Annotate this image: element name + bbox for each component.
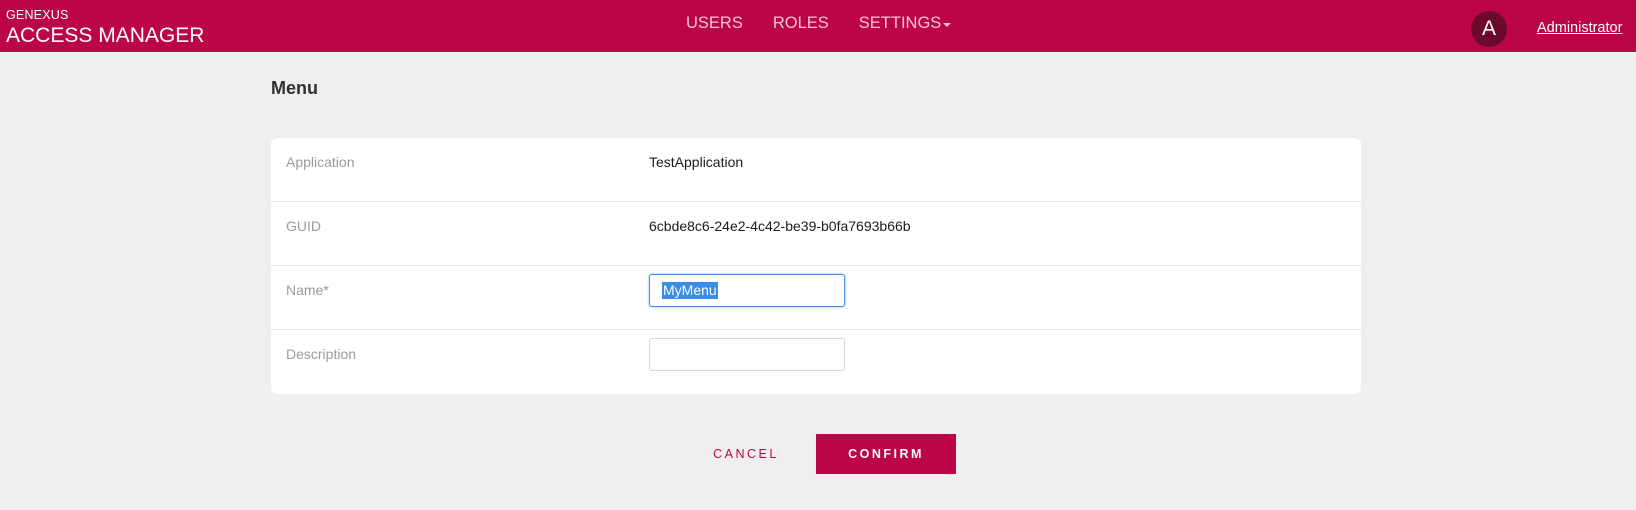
nav-users[interactable]: USERS (686, 14, 743, 33)
brand-logo[interactable]: GENEXUS ACCESS MANAGER (6, 8, 204, 49)
form-row-description: Description (271, 330, 1361, 394)
user-name-link[interactable]: Administrator (1537, 20, 1622, 36)
nav-roles[interactable]: ROLES (773, 14, 829, 33)
cancel-button[interactable]: CANCEL (695, 434, 797, 474)
top-bar: GENEXUS ACCESS MANAGER USERS ROLES SETTI… (0, 0, 1636, 52)
brand-company: GENEXUS (6, 8, 69, 22)
guid-label: GUID (286, 218, 321, 234)
name-input-value: MyMenu (662, 282, 718, 299)
brand-product: ACCESS MANAGER (6, 24, 205, 47)
description-label: Description (286, 346, 357, 362)
name-input[interactable]: MyMenu (649, 274, 845, 307)
guid-value: 6cbde8c6-24e2-4c42-be39-b0fa7693b66b (649, 218, 911, 234)
main-nav: USERS ROLES SETTINGS (686, 14, 952, 33)
application-label: Application (286, 154, 355, 170)
page-title: Menu (271, 78, 318, 98)
form-card: Application TestApplication GUID 6cbde8c… (271, 138, 1361, 394)
form-row-name: Name* MyMenu (271, 266, 1361, 330)
caret-down-icon (943, 23, 952, 27)
confirm-button[interactable]: CONFIRM (816, 434, 956, 474)
form-row-guid: GUID 6cbde8c6-24e2-4c42-be39-b0fa7693b66… (271, 202, 1361, 266)
application-value: TestApplication (649, 154, 744, 170)
name-label: Name* (286, 282, 329, 298)
nav-settings-label: SETTINGS (858, 14, 942, 32)
avatar-initial: A (1481, 17, 1496, 40)
description-input[interactable] (649, 338, 845, 371)
nav-settings[interactable]: SETTINGS (859, 14, 952, 33)
form-row-application: Application TestApplication (271, 138, 1361, 202)
avatar[interactable]: A (1471, 11, 1507, 47)
